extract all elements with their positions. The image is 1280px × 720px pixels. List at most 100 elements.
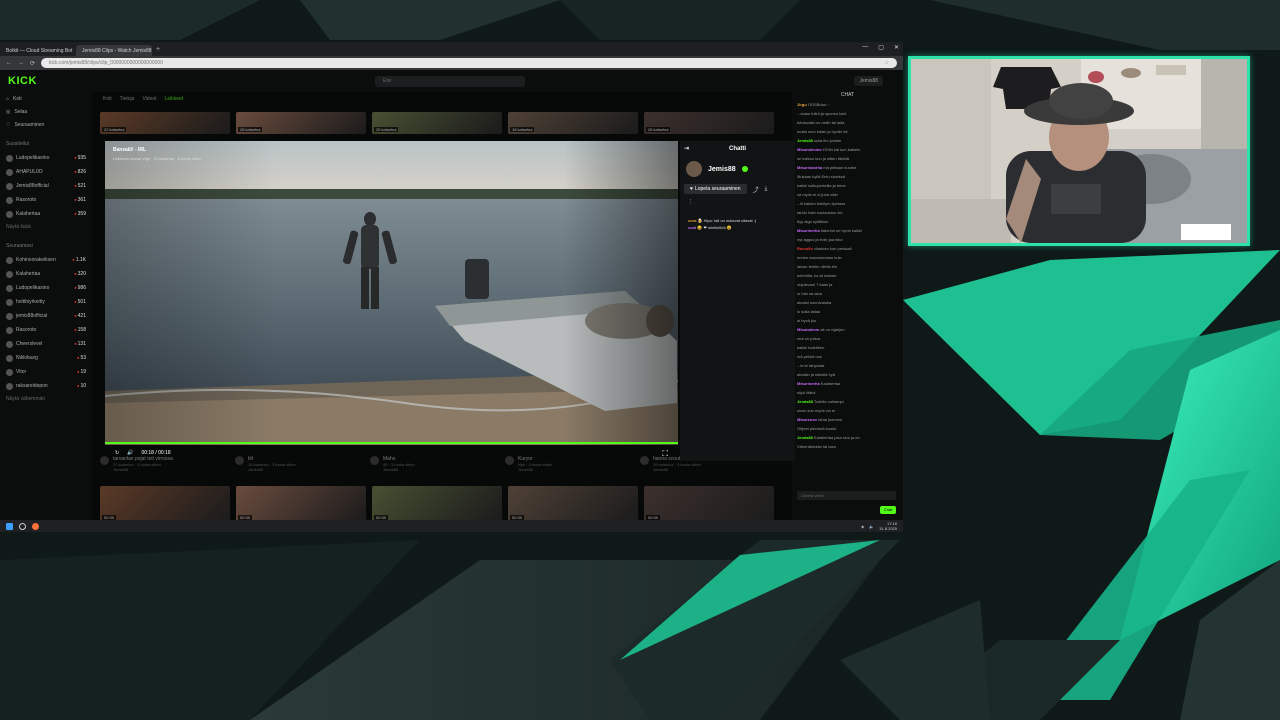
avatar [6,382,13,390]
volume-tray-icon[interactable]: 🔈 [869,524,874,529]
sidebar-channel[interactable]: Rasoroto 158 [6,323,92,337]
modal-chat: ⇥ Chatti Jemis88 ♥ Lopeta seuraaminen ⤴ … [680,141,795,461]
chat-text: HOlin kai kun katseis [822,147,861,152]
browser-tab-botkit[interactable]: Botkit — Cloud Streaming Bot [0,45,76,56]
chat-username[interactable]: Misundenm [797,327,819,332]
chat-username[interactable]: Misurinerha [797,381,820,386]
sidebar-channel[interactable]: Kohinoorakeiksen 1.1K [6,253,92,267]
collapse-chat-icon[interactable]: ⇥ [684,141,689,157]
share-icon[interactable]: ⤴ [753,185,759,194]
chat-text: sulla ibo joinlee [813,138,842,143]
sidebar-channel[interactable]: Ludopelikasino 935 [6,151,92,165]
maximize-button[interactable]: ▢ [878,44,884,51]
sidebar-channel[interactable]: Nikkilaurg 53 [6,351,92,365]
chat-username[interactable]: Misurinaorha [797,165,822,170]
video-scene [105,141,678,445]
download-icon[interactable]: ⤓ [765,186,768,193]
chat-username[interactable]: Jemis88 [797,435,813,440]
chat-text: siiyö iitämi [797,390,816,395]
chat-message: kaikki sulkuperteilla ja teme [795,183,900,192]
chat-username[interactable]: Jemis88 [797,138,813,143]
firefox-icon[interactable] [32,522,39,530]
avatar [6,354,13,362]
chat-username[interactable]: Misurinerha [797,228,820,233]
sidebar-channel[interactable]: Vitor 19 [6,365,92,379]
url-field[interactable]: kick.com/jemis88/clips/clip_000000000000… [41,58,897,68]
minimize-button[interactable]: — [862,44,868,51]
modal-chat-messages: cora 🍺 Hipo: tali on nukevat citavat :(c… [680,217,795,231]
sidebar-channel[interactable]: Rasoroto 361 [6,193,92,207]
avatar [6,340,13,348]
chat-username[interactable]: Jemis88 [797,399,813,404]
close-window-button[interactable]: ✕ [894,44,899,51]
network-icon[interactable]: ◈ [861,524,864,529]
sidebar-channel[interactable]: Cheerslevel 131 [6,337,92,351]
chat-username[interactable]: Jirgu [797,102,807,107]
sidebar-item-following[interactable]: ♡ Seuraaminen [6,118,92,131]
search-icon[interactable] [19,522,26,530]
sidebar-channel[interactable]: Ludopelikasino 986 [6,281,92,295]
chat-send-button[interactable]: Chat [880,506,896,514]
reload-icon[interactable]: ⟳ [30,60,35,67]
channel-name: Vitor [16,369,27,375]
sidebar-item-home[interactable]: ⌂ Koti [6,92,92,105]
sidebar: ⌂ Koti ◎ Selaa ♡ Seuraaminen Suositellut… [0,92,92,520]
chat-username[interactable]: cool [688,225,696,230]
chat-username[interactable]: Misureuvo [797,417,817,422]
chat-message: sivun kun myös voi ei [795,408,900,417]
chat-message: laivan tehtiin ollettu tiin [795,264,900,273]
bookmark-icon[interactable]: ☆ [885,60,889,66]
windows-start-icon[interactable] [6,522,13,530]
sidebar-channel[interactable]: Kalahertaa 320 [6,267,92,281]
chat-message: mä pelinä nos [795,354,900,363]
back-icon[interactable]: ← [6,60,12,66]
chat-username[interactable]: cora [688,218,696,223]
browser-tab-kick[interactable]: Jemis88 Clips - Watch Jemis88 [76,45,152,56]
kick-logo[interactable]: KICK [8,75,37,87]
sidebar-channel[interactable]: Jemis88official 521 [6,179,92,193]
page-chat-input[interactable]: Lähetä viesti [797,491,896,500]
chat-username[interactable]: Rmcollo [797,246,813,251]
viewer-count: 421 [74,313,86,319]
progress-bar[interactable] [105,442,678,444]
show-less-link[interactable]: Näytä vähemmän [6,393,92,405]
chat-message: sa myös ei ol juna näin [795,192,900,201]
chat-text: tahdo hain suutaustuu kin [797,210,843,215]
chat-text: Ohjeet pienissä kuulut [797,426,837,431]
chat-text: ai hyvä joo [797,318,817,323]
new-tab-button[interactable]: + [156,46,160,53]
sidebar-channel[interactable]: AHAPUL0O 826 [6,165,92,179]
volume-icon[interactable]: 🔊 [127,450,133,456]
sidebar-channel[interactable]: jemis88official 421 [6,309,92,323]
channel-name: Ludopelikasino [16,155,50,161]
viewer-count: 501 [74,299,86,305]
sidebar-channel[interactable]: raksareidepon 10 [6,379,92,393]
chat-text: 😀 ❤ mielikölöö 😆 [697,225,732,230]
sidebar-item-browse[interactable]: ◎ Selaa [6,105,92,118]
url-text: kick.com/jemis88/clips/clip_000000000000… [49,60,163,66]
sidebar-channel[interactable]: Kalahertaa 359 [6,207,92,221]
avatar [6,270,13,278]
sidebar-item-label: Koti [13,95,22,102]
forward-icon[interactable]: → [18,60,24,66]
webcam-feed [908,56,1250,246]
chat-text: sivun kun myös voi ei [797,408,836,413]
avatar[interactable] [686,161,702,177]
streamer-name[interactable]: Jemis88 [708,166,736,173]
sidebar-channel[interactable]: hoitibiyrkeitty 501 [6,295,92,309]
fullscreen-icon[interactable]: ⛶ [662,449,668,459]
user-menu-button[interactable]: Jemis88 [854,76,883,86]
verified-icon [741,166,748,172]
search-input[interactable]: Etsi [375,75,525,87]
unfollow-button[interactable]: ♥ Lopeta seuraaminen [684,184,747,194]
clip-video[interactable]: Banzaiii! - IRL Leikkeen luonut Vige · 2… [105,141,678,445]
show-more-link[interactable]: Näytä lisää [6,221,92,233]
chat-username[interactable]: Misundenmo [797,147,822,152]
chat-text: se katsuo kun ja sitten ittekilä [797,156,850,161]
chat-message: lo hän sa aina [795,291,900,300]
more-options-icon[interactable]: ⋮ [680,197,795,217]
replay-icon[interactable]: ↻ [115,450,119,456]
clock[interactable]: 17:16 31.8.2025 [879,521,897,531]
chat-message: Jemis88 Todella vahlampi [795,399,900,408]
chat-title: Chatti [729,146,746,152]
